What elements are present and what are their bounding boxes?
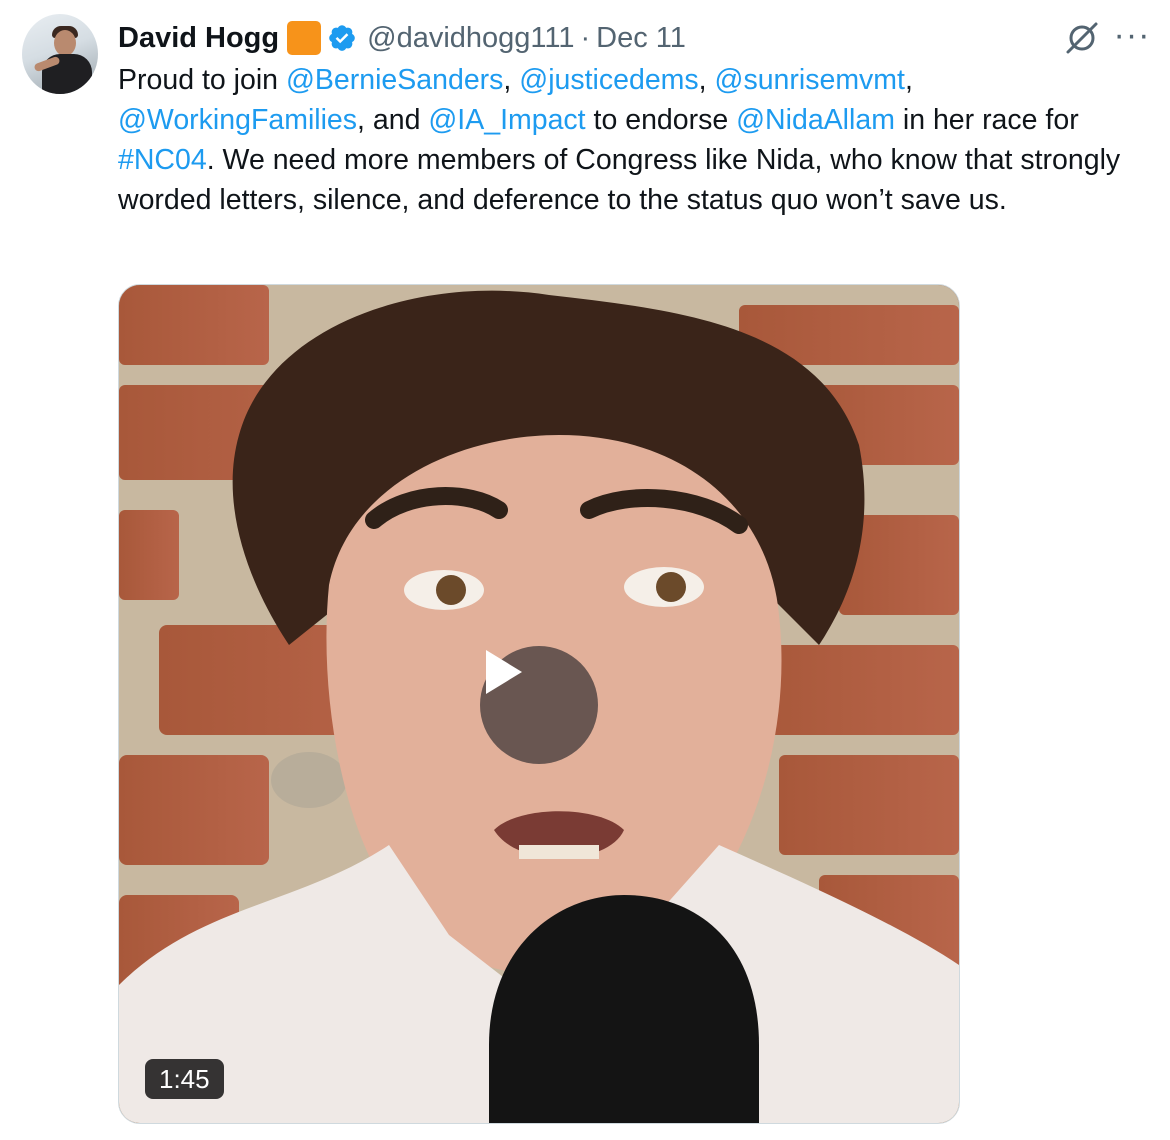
tweet-text-segment: . We need more members of Congress like … — [118, 144, 1121, 216]
grok-icon[interactable] — [1062, 18, 1102, 58]
tweet-text-segment: Proud to join — [118, 64, 286, 96]
video-duration: 1:45 — [145, 1059, 224, 1099]
verified-check-icon — [329, 25, 355, 51]
tweet-date[interactable]: Dec 11 — [596, 22, 686, 55]
tweet-text-segment: , — [904, 64, 913, 96]
mention-link[interactable]: @sunrisemvmt — [715, 64, 905, 96]
more-icon[interactable]: ··· — [1110, 18, 1154, 58]
tweet-text-segment: in her race for — [894, 104, 1079, 136]
tweet-text-segment: , — [698, 64, 715, 96]
hashtag-link[interactable]: #NC04 — [118, 144, 207, 176]
author-name[interactable]: David Hogg — [118, 22, 279, 55]
play-button[interactable] — [480, 646, 598, 764]
mention-link[interactable]: @IA_Impact — [428, 104, 585, 136]
mention-link[interactable]: @BernieSanders — [286, 64, 503, 96]
tweet-text: Proud to join @BernieSanders, @justicede… — [118, 60, 1163, 220]
mention-link[interactable]: @NidaAllam — [736, 104, 895, 136]
video-player[interactable]: 1:45 — [118, 284, 960, 1124]
play-icon — [486, 650, 522, 694]
tweet-text-segment: , — [503, 64, 520, 96]
mention-link[interactable]: @WorkingFamilies — [118, 104, 357, 136]
tweet-text-segment: to endorse — [585, 104, 737, 136]
tweet-text-segment: , and — [357, 104, 429, 136]
mention-link[interactable]: @justicedems — [519, 64, 698, 96]
author-avatar[interactable] — [22, 14, 98, 94]
avatar-head — [54, 30, 76, 56]
separator-dot: · — [580, 21, 591, 54]
orange-badge-icon — [287, 21, 322, 55]
tweet-header: David Hogg @davidhogg111 · Dec 11 — [118, 18, 686, 58]
author-handle[interactable]: @davidhogg111 — [367, 22, 574, 55]
